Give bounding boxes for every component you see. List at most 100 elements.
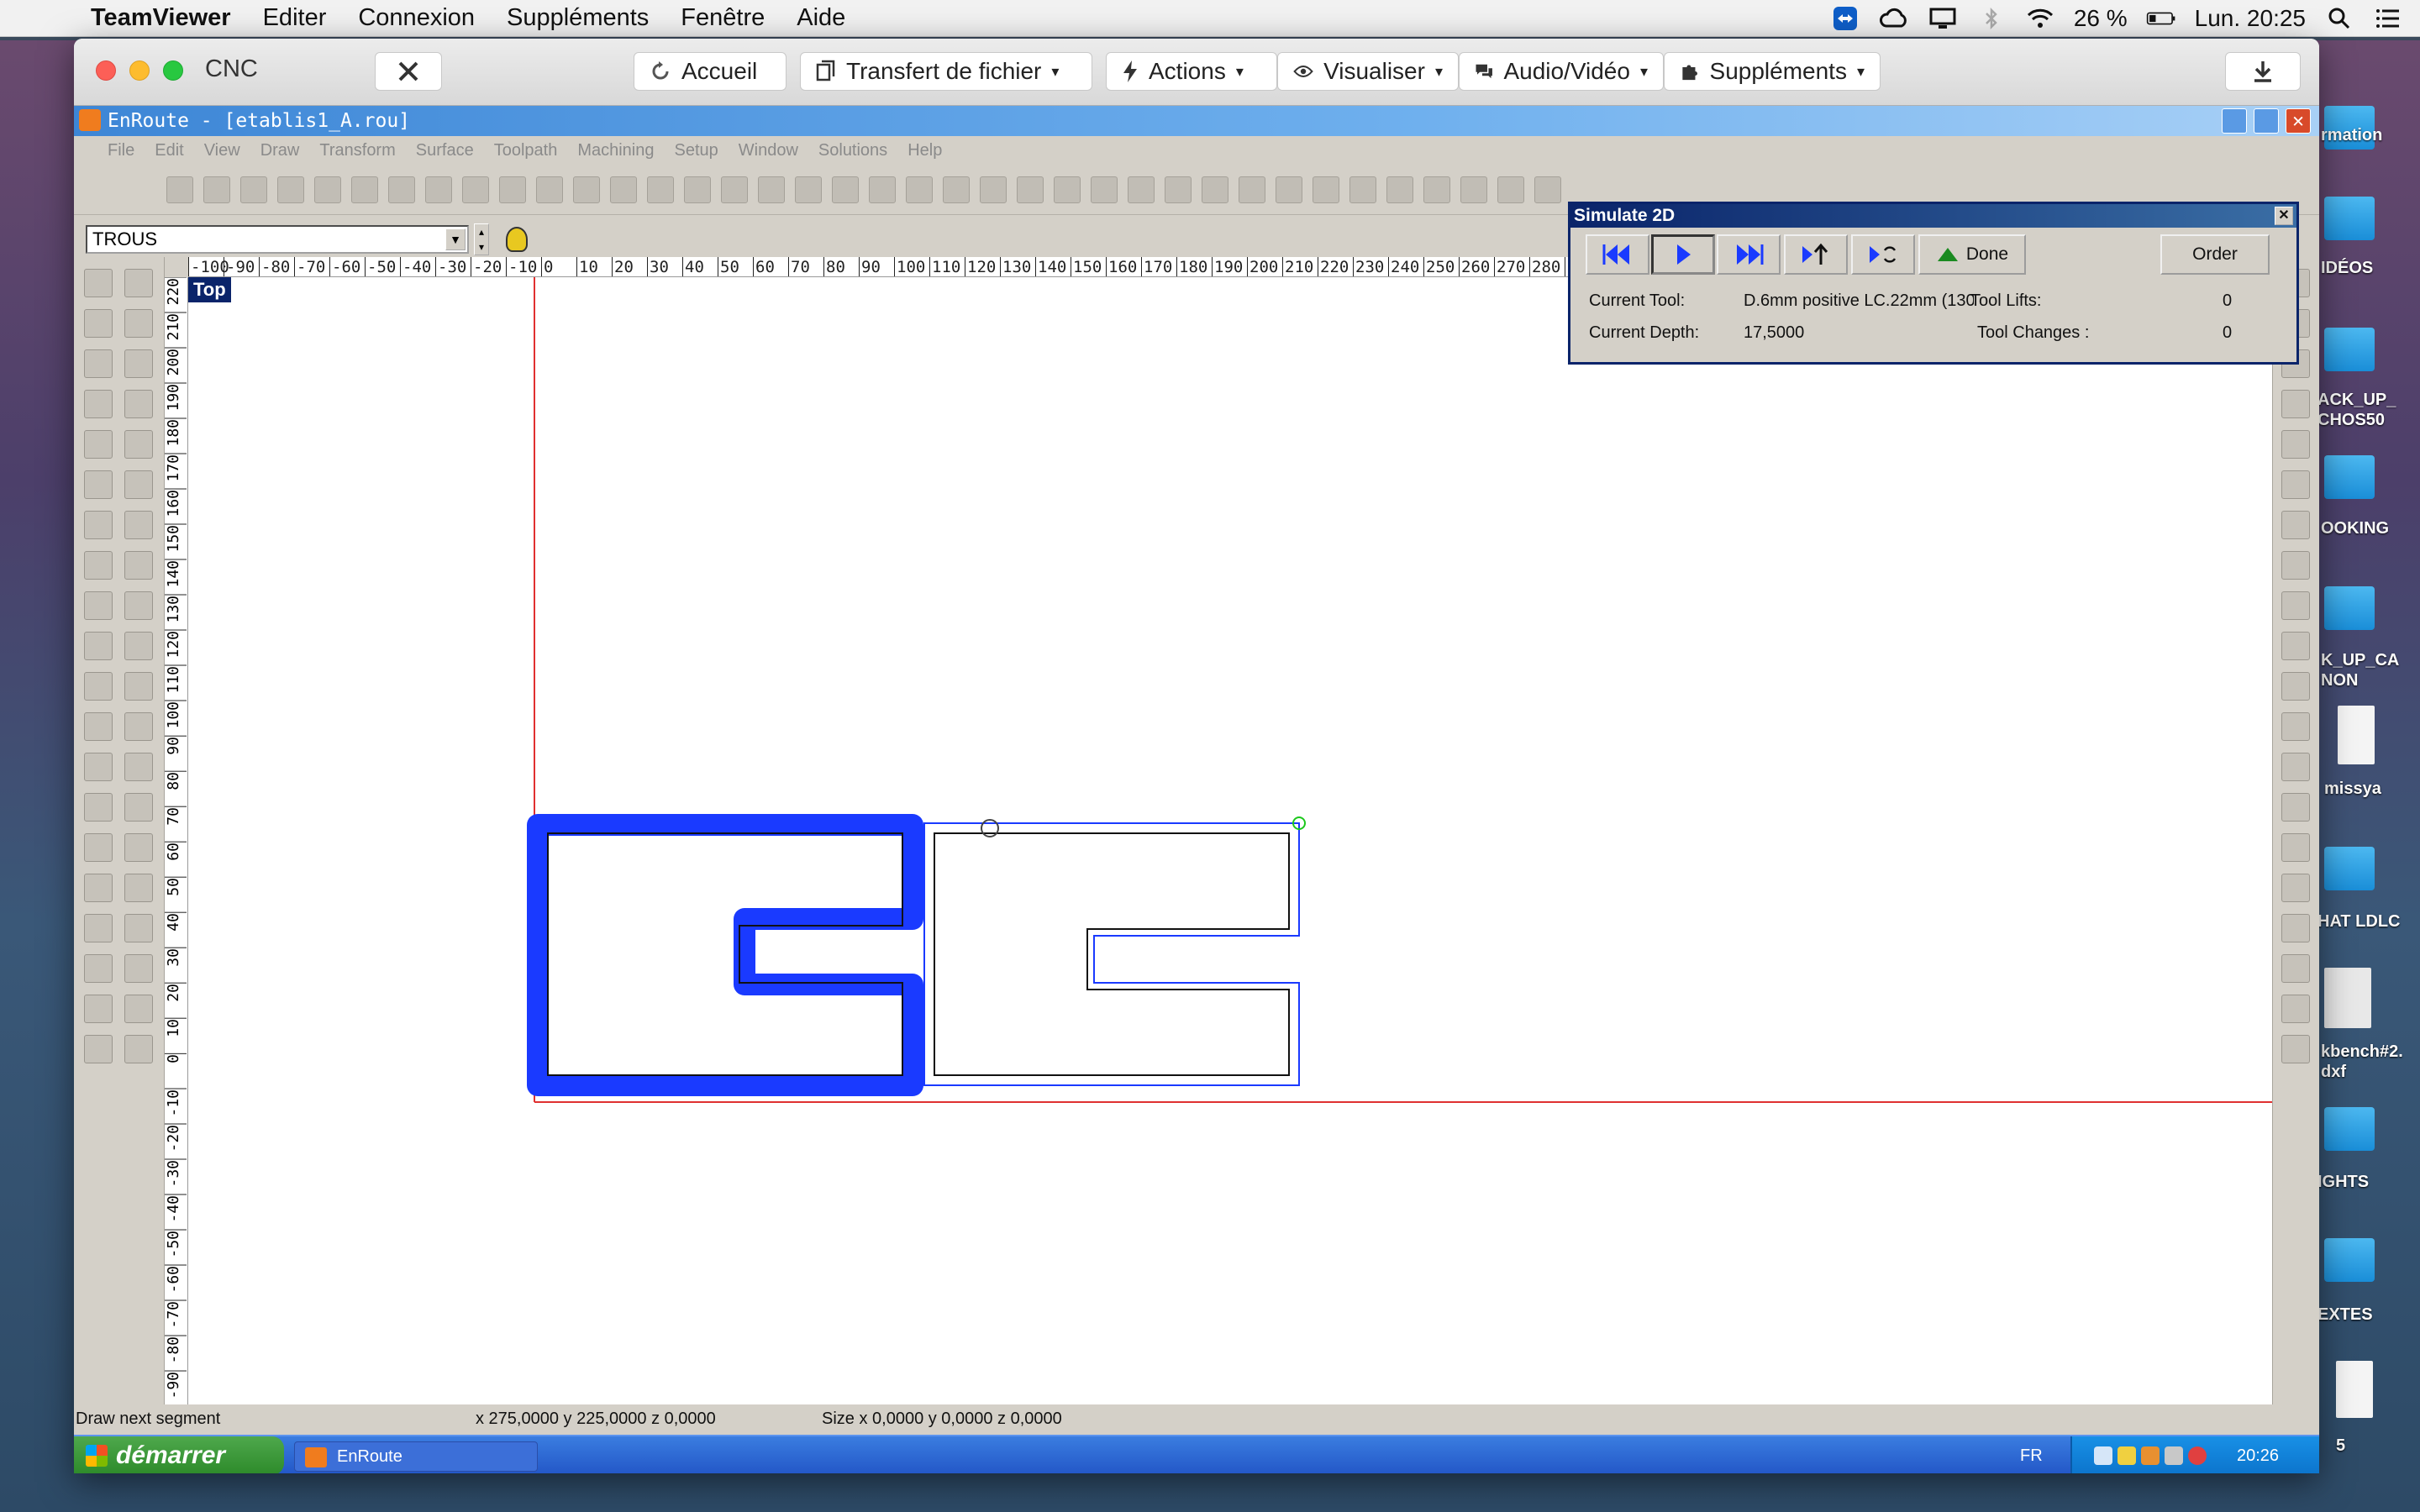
view-tool-icon[interactable] xyxy=(2281,632,2310,660)
toolbar-icon[interactable] xyxy=(1202,176,1228,203)
rewind-button[interactable] xyxy=(1586,234,1649,275)
audio-video-button[interactable]: Audio/Vidéo ▾ xyxy=(1459,52,1664,91)
wifi-icon[interactable] xyxy=(2025,6,2055,31)
minimize-window-button[interactable] xyxy=(129,60,150,81)
menu-item-draw[interactable]: Draw xyxy=(260,141,300,160)
desktop-label[interactable]: IDÉOS xyxy=(2321,259,2373,278)
clock[interactable]: Lun. 20:25 xyxy=(2195,5,2306,32)
view-tool-icon[interactable] xyxy=(2281,995,2310,1023)
toolbar-icon[interactable] xyxy=(610,176,637,203)
menu-item-solutions[interactable]: Solutions xyxy=(818,141,887,160)
drawing-tool-icon[interactable] xyxy=(84,551,113,580)
menu-item-file[interactable]: File xyxy=(108,141,134,160)
download-button[interactable] xyxy=(2225,52,2301,91)
toolbar-icon[interactable] xyxy=(166,176,193,203)
drawing-tool-icon[interactable] xyxy=(84,672,113,701)
desktop-label[interactable]: HAT LDLC xyxy=(2317,912,2401,932)
layer-bulb-icon[interactable] xyxy=(506,227,528,252)
toolbar-icon[interactable] xyxy=(1091,176,1118,203)
menu-item-view[interactable]: View xyxy=(204,141,240,160)
menu-item-help[interactable]: Aide xyxy=(797,4,845,32)
drawing-tool-icon[interactable] xyxy=(124,349,153,378)
drawing-tool-icon[interactable] xyxy=(124,833,153,862)
play-button[interactable] xyxy=(1651,234,1715,275)
menu-item-machining[interactable]: Machining xyxy=(577,141,654,160)
drawing-tool-icon[interactable] xyxy=(124,591,153,620)
taskbar-item-enroute[interactable]: EnRoute xyxy=(294,1441,538,1472)
drawing-tool-icon[interactable] xyxy=(84,591,113,620)
desktop-label[interactable]: kbench#2. dxf xyxy=(2321,1042,2403,1082)
toolbar-icon[interactable] xyxy=(573,176,600,203)
drawing-tool-icon[interactable] xyxy=(124,914,153,942)
toolbar-icon[interactable] xyxy=(906,176,933,203)
toolbar-icon[interactable] xyxy=(388,176,415,203)
toolbar-icon[interactable] xyxy=(462,176,489,203)
toolbar-icon[interactable] xyxy=(684,176,711,203)
tray-icon[interactable] xyxy=(2094,1446,2112,1465)
teamviewer-icon[interactable] xyxy=(1830,6,1860,31)
drawing-tool-icon[interactable] xyxy=(124,390,153,418)
drawing-tool-icon[interactable] xyxy=(124,753,153,781)
drawing-canvas[interactable]: Top xyxy=(188,277,2272,1404)
desktop-label[interactable]: K_UP_CA NON xyxy=(2321,650,2399,690)
tray-icon[interactable] xyxy=(2141,1446,2160,1465)
drawing-tool-icon[interactable] xyxy=(84,390,113,418)
drawing-tool-icon[interactable] xyxy=(84,511,113,539)
close-window-button[interactable] xyxy=(96,60,116,81)
menu-app-name[interactable]: TeamViewer xyxy=(91,4,231,32)
bluetooth-icon[interactable] xyxy=(1976,6,2007,31)
drawing-tool-icon[interactable] xyxy=(124,470,153,499)
drawing-tool-icon[interactable] xyxy=(84,874,113,902)
view-tool-icon[interactable] xyxy=(2281,390,2310,418)
folder-icon[interactable] xyxy=(2324,328,2375,371)
drawing-tool-icon[interactable] xyxy=(84,470,113,499)
minimize-icon[interactable] xyxy=(2222,108,2247,134)
toolbar-icon[interactable] xyxy=(869,176,896,203)
step-lift-button[interactable] xyxy=(1784,234,1848,275)
drawing-tool-icon[interactable] xyxy=(84,914,113,942)
folder-icon[interactable] xyxy=(2324,455,2375,499)
end-session-button[interactable] xyxy=(375,52,442,91)
view-tool-icon[interactable] xyxy=(2281,551,2310,580)
drawing-tool-icon[interactable] xyxy=(84,349,113,378)
drawing-tool-icon[interactable] xyxy=(84,430,113,459)
toolbar-icon[interactable] xyxy=(1534,176,1561,203)
view-button[interactable]: Visualiser ▾ xyxy=(1277,52,1459,91)
drawing-tool-icon[interactable] xyxy=(84,309,113,338)
toolbar-icon[interactable] xyxy=(314,176,341,203)
drawing-tool-icon[interactable] xyxy=(84,833,113,862)
fast-forward-button[interactable] xyxy=(1717,234,1781,275)
close-icon[interactable]: ✕ xyxy=(2286,108,2311,134)
menu-item-transform[interactable]: Transform xyxy=(319,141,395,160)
dxf-file-icon[interactable] xyxy=(2324,968,2371,1028)
toolbar-icon[interactable] xyxy=(1054,176,1081,203)
view-tool-icon[interactable] xyxy=(2281,793,2310,822)
folder-icon[interactable] xyxy=(2324,1107,2375,1151)
toolbar-icon[interactable] xyxy=(795,176,822,203)
folder-icon[interactable] xyxy=(2324,197,2375,240)
view-tool-icon[interactable] xyxy=(2281,511,2310,539)
zoom-window-button[interactable] xyxy=(163,60,183,81)
close-icon[interactable]: ✕ xyxy=(2275,207,2293,225)
toolbar-icon[interactable] xyxy=(1386,176,1413,203)
view-tool-icon[interactable] xyxy=(2281,470,2310,499)
done-button[interactable]: Done xyxy=(1918,234,2026,275)
drawing-tool-icon[interactable] xyxy=(124,309,153,338)
desktop-label[interactable]: IGHTS xyxy=(2317,1173,2369,1192)
toolbar-icon[interactable] xyxy=(1423,176,1450,203)
drawing-tool-icon[interactable] xyxy=(124,269,153,297)
drawing-tool-icon[interactable] xyxy=(124,430,153,459)
desktop-label[interactable]: ACK_UP_ CHOS50 xyxy=(2317,390,2396,430)
menu-item-window[interactable]: Fenêtre xyxy=(681,4,765,32)
desktop-label[interactable]: missya xyxy=(2324,780,2381,799)
view-tool-icon[interactable] xyxy=(2281,1035,2310,1063)
layer-select[interactable]: TROUS ▼ xyxy=(86,225,469,254)
toolbar-icon[interactable] xyxy=(1460,176,1487,203)
drawing-tool-icon[interactable] xyxy=(84,712,113,741)
tray-clock[interactable]: 20:26 xyxy=(2237,1446,2279,1466)
toolbar-icon[interactable] xyxy=(1313,176,1339,203)
toolbar-icon[interactable] xyxy=(1239,176,1265,203)
toolbar-icon[interactable] xyxy=(351,176,378,203)
chevron-down-icon[interactable]: ▼ xyxy=(445,228,466,250)
menu-item-help[interactable]: Help xyxy=(908,141,942,160)
